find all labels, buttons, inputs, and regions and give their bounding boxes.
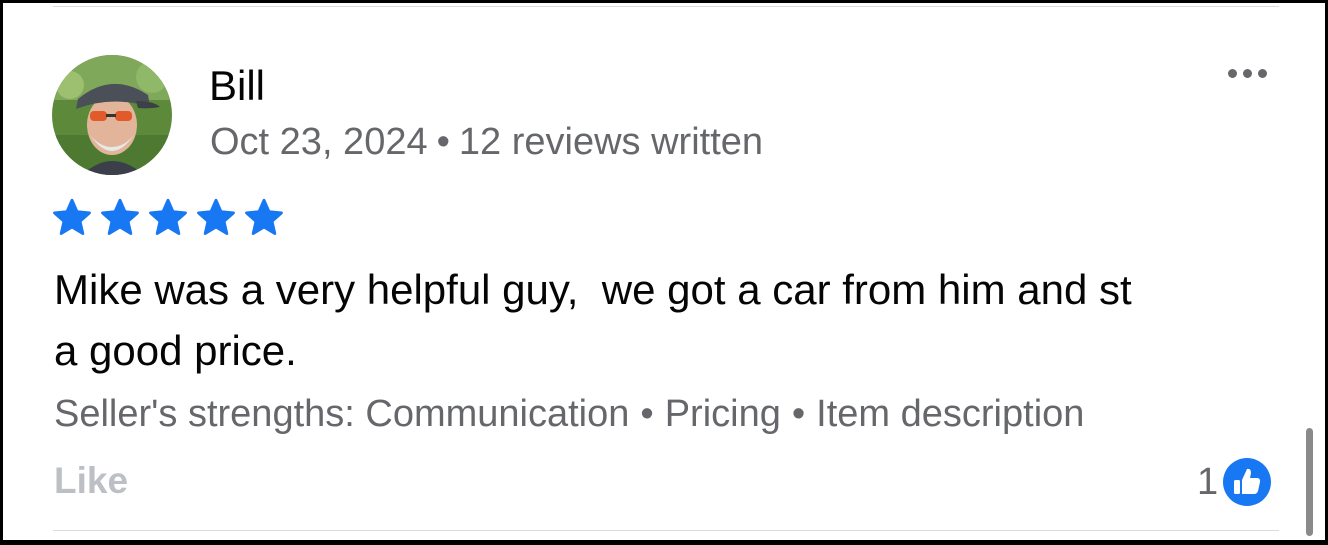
scrollbar[interactable]: [1306, 428, 1313, 536]
more-horizontal-icon: [1227, 68, 1237, 78]
star-icon: [149, 198, 187, 235]
reaction-count: 1: [1197, 461, 1219, 503]
meta-separator: •: [436, 121, 450, 163]
star-icon: [101, 198, 139, 235]
star-rating: [51, 197, 285, 239]
avatar[interactable]: [52, 55, 172, 175]
bottom-divider: [53, 530, 1279, 531]
reviews-written-count[interactable]: 12 reviews written: [459, 121, 763, 163]
reaction-summary[interactable]: 1: [1197, 457, 1272, 507]
thumbs-up-icon: [1223, 458, 1272, 506]
review-text: Mike was a very helpful guy, we got a ca…: [54, 266, 1132, 374]
strength-item: Pricing: [664, 393, 781, 435]
strengths-label: Seller's strengths:: [54, 393, 355, 435]
star-icon: [197, 198, 235, 235]
like-button[interactable]: Like: [54, 458, 128, 504]
review-card: Bill Oct 23, 2024 • 12 reviews written Mik…: [3, 3, 1325, 540]
reviewer-name[interactable]: Bill: [209, 61, 265, 111]
strength-item: Communication: [365, 393, 630, 435]
top-divider: [53, 6, 1279, 7]
more-options-button[interactable]: [1217, 55, 1277, 91]
more-horizontal-icon: [1257, 68, 1267, 78]
review-meta: Oct 23, 2024 • 12 reviews written: [210, 119, 763, 165]
star-icon: [53, 198, 91, 235]
strength-separator: •: [640, 393, 654, 435]
strength-item: Item description: [816, 393, 1085, 435]
more-horizontal-icon: [1242, 68, 1252, 78]
review-date: Oct 23, 2024: [210, 121, 428, 163]
star-icon: [245, 198, 283, 235]
strength-separator: •: [791, 393, 806, 435]
seller-strengths: Seller's strengths: Communication • Pricin…: [54, 391, 1084, 437]
